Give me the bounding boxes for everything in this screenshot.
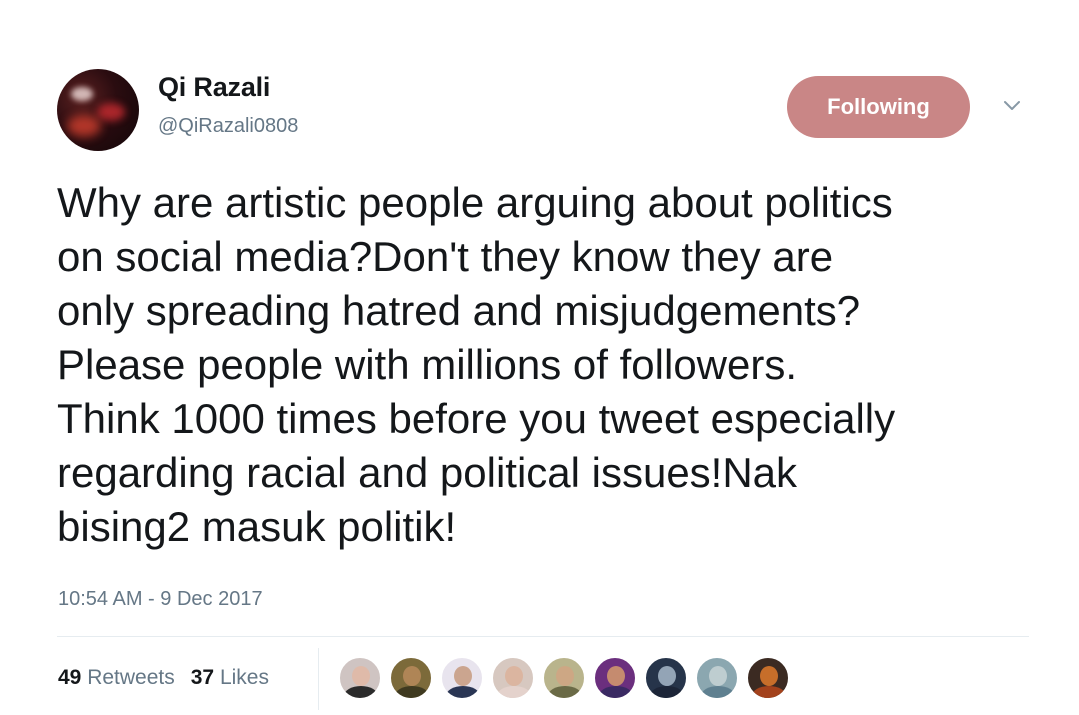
tweet-card: Qi Razali @QiRazali0808 Following Why ar… <box>0 0 1079 715</box>
tweet-timestamp[interactable]: 10:54 AM - 9 Dec 2017 <box>58 588 263 611</box>
liker-avatar-body <box>752 686 786 698</box>
avatar-highlight <box>71 87 93 101</box>
liker-avatar-face <box>556 666 574 686</box>
liker-avatar-face <box>658 666 676 686</box>
retweets-stat[interactable]: 49 Retweets <box>58 666 175 690</box>
liker-avatar-body <box>446 686 480 698</box>
liker-avatar-face <box>709 666 727 686</box>
avatar-highlight <box>67 115 101 137</box>
user-handle[interactable]: @QiRazali0808 <box>158 115 298 138</box>
liker-avatars <box>338 656 790 700</box>
liker-avatar-body <box>548 686 582 698</box>
liker-avatar[interactable] <box>338 656 382 700</box>
liker-avatar-body <box>650 686 684 698</box>
liker-avatar-face <box>403 666 421 686</box>
likes-label: Likes <box>219 666 269 689</box>
liker-avatar[interactable] <box>593 656 637 700</box>
tweet-stats: 49 Retweets 37 Likes <box>58 666 269 690</box>
liker-avatar[interactable] <box>644 656 688 700</box>
stats-divider <box>318 648 319 710</box>
liker-avatar-body <box>344 686 378 698</box>
liker-avatar-face <box>352 666 370 686</box>
retweets-label: Retweets <box>87 666 175 689</box>
liker-avatar-face <box>505 666 523 686</box>
likes-count: 37 <box>190 666 215 689</box>
likes-stat[interactable]: 37 Likes <box>191 666 269 690</box>
liker-avatar-body <box>497 686 531 698</box>
user-name[interactable]: Qi Razali <box>158 72 270 103</box>
divider <box>57 636 1029 637</box>
liker-avatar-body <box>599 686 633 698</box>
tweet-text: Why are artistic people arguing about po… <box>57 179 896 550</box>
liker-avatar-body <box>701 686 735 698</box>
liker-avatar[interactable] <box>542 656 586 700</box>
liker-avatar[interactable] <box>440 656 484 700</box>
liker-avatar[interactable] <box>746 656 790 700</box>
liker-avatar[interactable] <box>389 656 433 700</box>
retweets-count: 49 <box>58 666 82 689</box>
liker-avatar-face <box>607 666 625 686</box>
liker-avatar-body <box>395 686 429 698</box>
following-button[interactable]: Following <box>787 76 970 138</box>
liker-avatar-face <box>454 666 472 686</box>
liker-avatar-face <box>760 666 778 686</box>
liker-avatar[interactable] <box>695 656 739 700</box>
chevron-down-icon[interactable] <box>1001 94 1023 116</box>
avatar-highlight <box>97 103 125 121</box>
avatar[interactable] <box>57 69 139 151</box>
liker-avatar[interactable] <box>491 656 535 700</box>
